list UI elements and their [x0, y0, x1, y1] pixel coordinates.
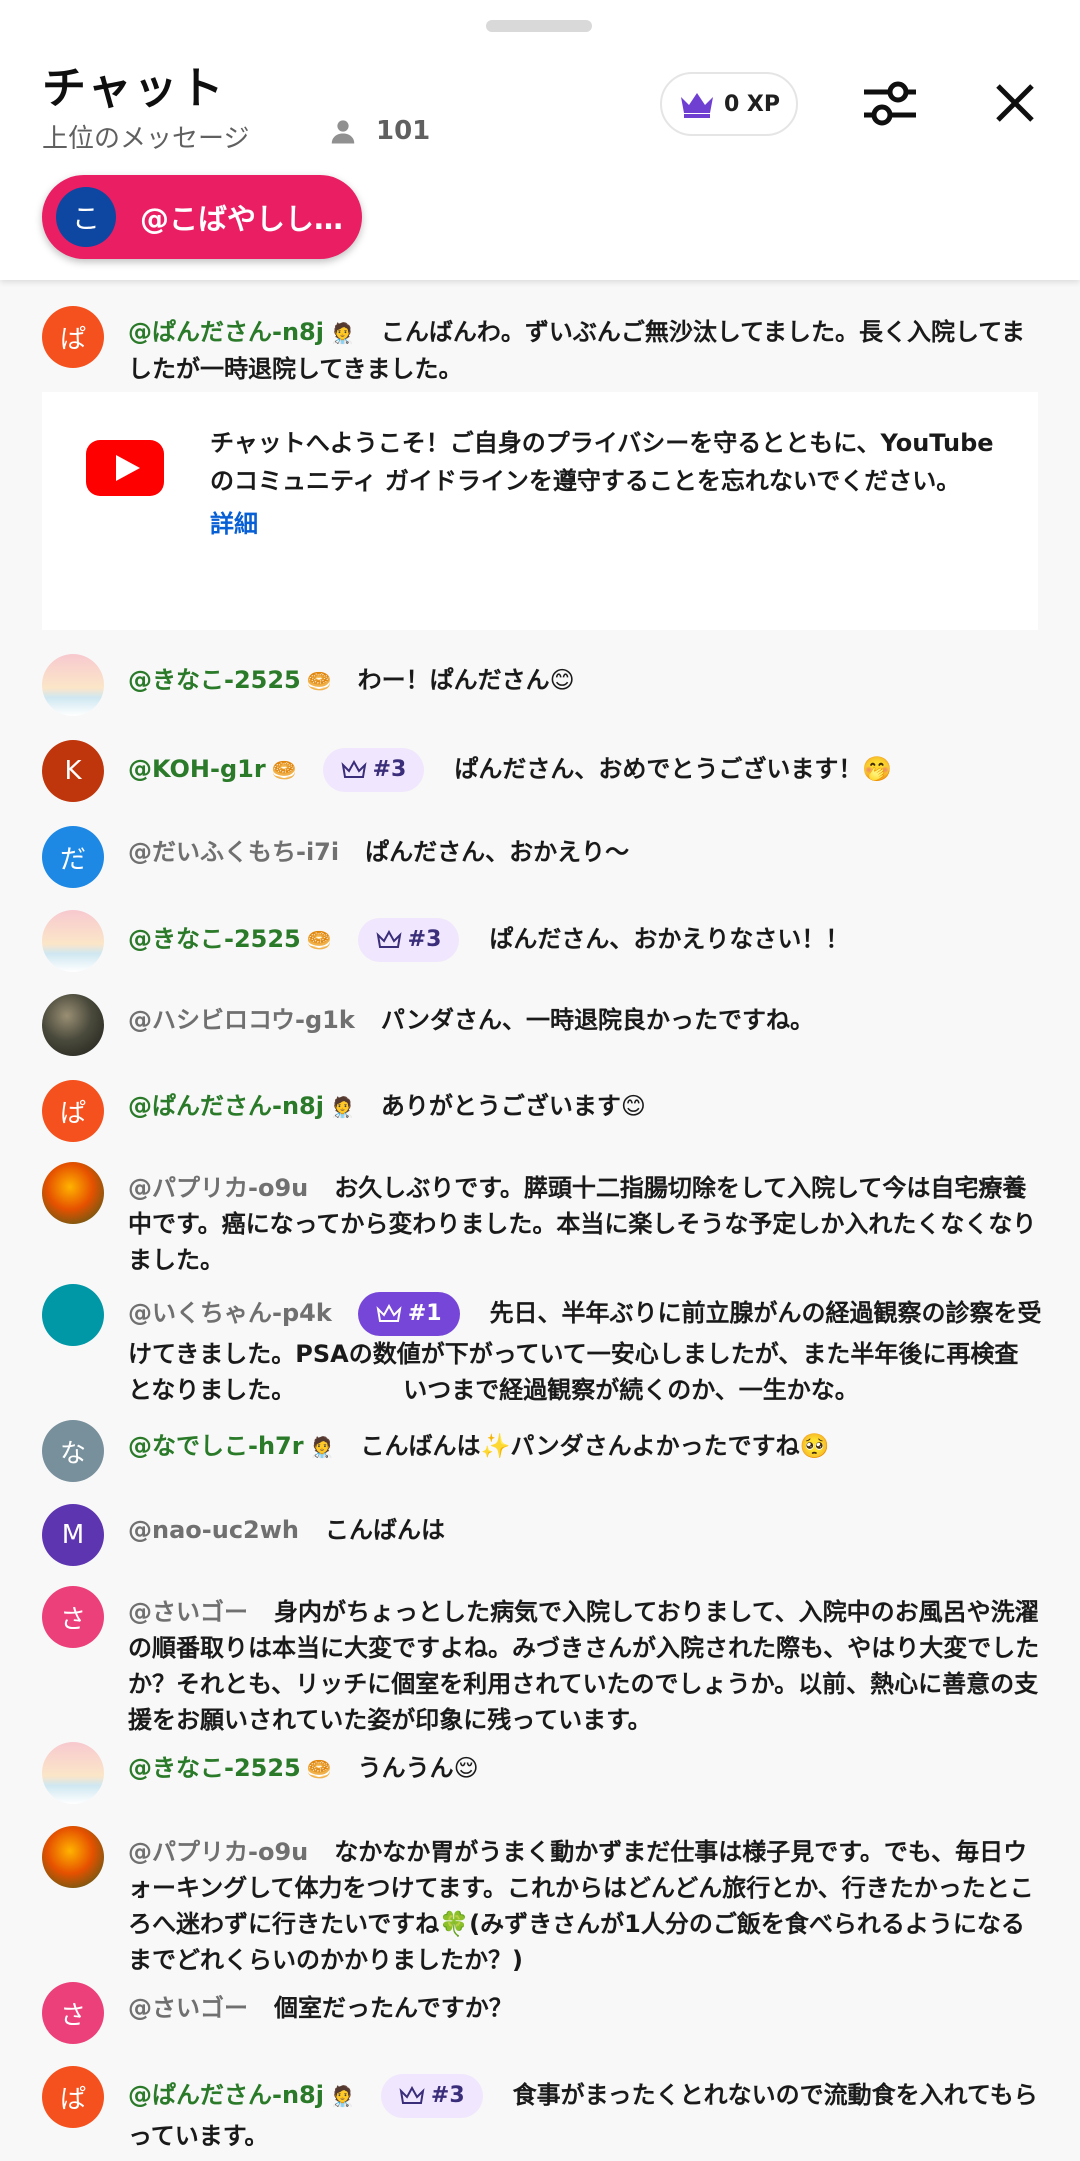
author-name: @きなこ-2525 🥯: [128, 1754, 332, 1782]
member-badge-icon: 🧑‍⚕️: [329, 1095, 355, 1119]
member-badge-icon: 🧑‍⚕️: [309, 1435, 335, 1459]
member-badge-icon: 🥯: [306, 928, 332, 952]
author-name: @ハシビロコウ-g1k: [128, 1006, 355, 1034]
author-name: @nao-uc2wh: [128, 1516, 299, 1544]
author-name: @ぱんださん-n8j 🧑‍⚕️: [128, 1092, 355, 1120]
close-icon[interactable]: [990, 78, 1040, 128]
member-badge-icon: 🥯: [306, 1757, 332, 1781]
avatar: ぱ: [42, 1080, 104, 1142]
avatar: こ: [56, 187, 116, 247]
message-text: わー！ぱんださん😊: [357, 666, 575, 694]
avatar: M: [42, 1504, 104, 1566]
crown-icon: [376, 929, 402, 948]
author-name: @きなこ-2525 🥯: [128, 666, 332, 694]
chat-message[interactable]: さ @さいゴー 身内がちょっとした病気で入院しておりまして、入院中のお風呂や洗濯の…: [42, 1586, 1042, 1738]
message-text: パンダさん、一時退院良かったですね。: [380, 1006, 815, 1034]
chat-header: チャット 上位のメッセージ 101 0 XP こ @こばやしし…: [0, 0, 1080, 280]
member-badge-icon: 🥯: [271, 758, 297, 782]
rank-badge: #3: [322, 748, 425, 792]
chat-message[interactable]: さ @さいゴー 個室だったんですか？: [42, 1982, 1042, 2044]
avatar: だ: [42, 826, 104, 888]
chat-title: チャット: [42, 63, 226, 114]
avatar: さ: [42, 1586, 104, 1648]
member-badge-icon: 🥯: [306, 669, 332, 693]
member-badge-icon: 🧑‍⚕️: [329, 2084, 355, 2108]
author-name: @KOH-g1r 🥯: [128, 755, 297, 783]
author-name: @なでしこ-h7r 🧑‍⚕️: [128, 1432, 335, 1460]
message-text: ぱんださん、おめでとうございます！🤭: [454, 755, 893, 783]
pinned-user-chip[interactable]: こ @こばやしし…: [42, 175, 362, 259]
avatar: [42, 1826, 104, 1888]
chat-message[interactable]: @ハシビロコウ-g1k パンダさん、一時退院良かったですね。: [42, 994, 1042, 1056]
pinned-user-name: @こばやしし…: [140, 202, 344, 236]
youtube-logo-icon: [86, 440, 164, 496]
chat-message[interactable]: な @なでしこ-h7r 🧑‍⚕️ こんばんは✨パンダさんよかったですね🥺: [42, 1420, 1042, 1482]
message-text: こんばんは: [325, 1516, 445, 1544]
author-name: @きなこ-2525 🥯: [128, 925, 332, 953]
chat-message[interactable]: @きなこ-2525 🥯 うんうん😌: [42, 1742, 1042, 1804]
chat-message[interactable]: @きなこ-2525 🥯 #3 ぱんださん、おかえりなさい！！: [42, 910, 1042, 972]
chat-mode-selector[interactable]: 上位のメッセージ: [42, 118, 249, 155]
chat-message[interactable]: @いくちゃん-p4k #1 先日、半年ぶりに前立腺がんの経過観察の診察を受けてきまし…: [42, 1284, 1042, 1408]
chat-message[interactable]: だ @だいふくもち-i7i ぱんださん、おかえり〜: [42, 826, 1042, 888]
message-text: こんばんは✨パンダさんよかったですね🥺: [360, 1432, 830, 1460]
message-text: ありがとうございます😊: [380, 1092, 646, 1120]
person-icon: [331, 120, 355, 144]
avatar: さ: [42, 1982, 104, 2044]
member-badge-icon: 🧑‍⚕️: [329, 321, 355, 345]
avatar: K: [42, 740, 104, 802]
rank-badge: #3: [380, 2074, 483, 2118]
chat-message[interactable]: @パプリカ-o9u お久しぶりです。膵頭十二指腸切除をして入院して今は自宅療養中で…: [42, 1162, 1042, 1278]
message-text: 身内がちょっとした病気で入院しておりまして、入院中のお風呂や洗濯の順番取りは本当…: [128, 1598, 1040, 1734]
xp-label: 0 XP: [723, 91, 781, 117]
viewer-count-value: 101: [376, 116, 431, 146]
author-name: @ぱんださん-n8j 🧑‍⚕️: [128, 2081, 355, 2109]
chat-message[interactable]: ぱ @ぱんださん-n8j 🧑‍⚕️ #3 食事がまったくとれないので流動食を入れてもら…: [42, 2066, 1042, 2154]
chat-message[interactable]: ぱ @ぱんださん-n8j 🧑‍⚕️ ありがとうございます😊: [42, 1080, 1042, 1142]
rank-badge: #3: [357, 918, 460, 962]
rank-badge: #1: [357, 1292, 460, 1336]
author-name: @だいふくもち-i7i: [128, 838, 340, 866]
crown-icon: [680, 93, 713, 118]
avatar: [42, 910, 104, 972]
message-text: うんうん😌: [357, 1754, 479, 1782]
chat-message[interactable]: K @KOH-g1r 🥯 #3 ぱんださん、おめでとうございます！🤭: [42, 740, 1042, 802]
avatar: [42, 1284, 104, 1346]
avatar: な: [42, 1420, 104, 1482]
crown-icon: [376, 1303, 402, 1322]
author-name: @さいゴー: [128, 1994, 248, 2022]
author-name: @いくちゃん-p4k: [128, 1299, 332, 1327]
chat-message[interactable]: ぱ @ぱんださん-n8j 🧑‍⚕️ こんばんわ。ずいぶんご無沙汰してました。長く入院…: [42, 306, 1042, 387]
avatar: [42, 1162, 104, 1224]
message-text: 個室だったんですか？: [274, 1994, 513, 2022]
chat-message[interactable]: @パプリカ-o9u なかなか胃がうまく動かずまだ仕事は様子見です。でも、毎日ウォー…: [42, 1826, 1042, 1978]
tune-icon[interactable]: [860, 75, 920, 131]
author-name: @パプリカ-o9u: [128, 1174, 309, 1202]
avatar: [42, 654, 104, 716]
xp-button[interactable]: 0 XP: [660, 72, 798, 136]
chat-message[interactable]: M @nao-uc2wh こんばんは: [42, 1504, 1042, 1566]
chat-mode-label: 上位のメッセージ: [42, 124, 250, 154]
notice-text: チャットへようこそ！ご自身のプライバシーを守るとともに、YouTube のコミュ…: [210, 429, 994, 495]
avatar: [42, 994, 104, 1056]
viewer-count: 101: [328, 116, 430, 146]
avatar: [42, 1742, 104, 1804]
author-name: @パプリカ-o9u: [128, 1838, 309, 1866]
message-text: ぱんださん、おかえりなさい！！: [489, 925, 850, 953]
crown-icon: [399, 2085, 425, 2104]
avatar: ぱ: [42, 306, 104, 368]
avatar: ぱ: [42, 2066, 104, 2128]
learn-more-link[interactable]: 詳細: [210, 504, 258, 539]
drag-handle[interactable]: [486, 20, 592, 32]
author-name: @さいゴー: [128, 1598, 248, 1626]
welcome-notice: チャットへようこそ！ご自身のプライバシーを守るとともに、YouTube のコミュ…: [42, 392, 1038, 630]
author-name: @ぱんださん-n8j 🧑‍⚕️: [128, 318, 355, 346]
message-text: ぱんださん、おかえり〜: [365, 838, 630, 866]
chat-message[interactable]: @きなこ-2525 🥯 わー！ぱんださん😊: [42, 654, 1042, 716]
crown-icon: [341, 759, 367, 778]
